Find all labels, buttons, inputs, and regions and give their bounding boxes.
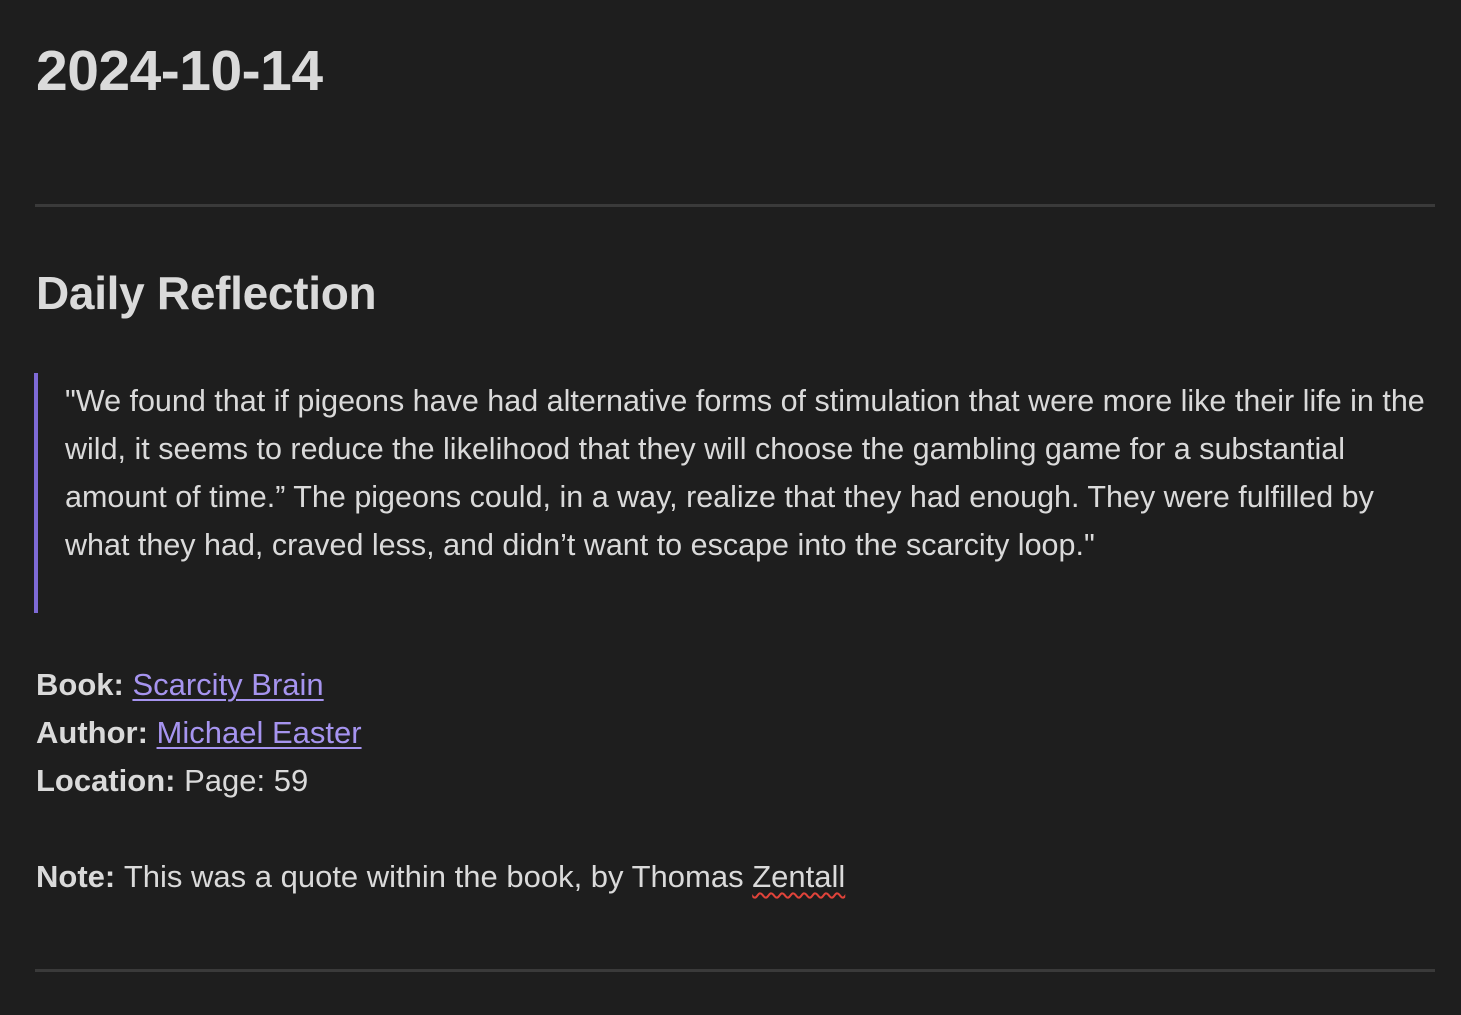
- page-title: 2024-10-14: [36, 39, 323, 103]
- author-label: Author:: [36, 715, 157, 750]
- book-metadata: Book: Scarcity Brain Author: Michael Eas…: [36, 661, 362, 805]
- author-link[interactable]: Michael Easter: [157, 715, 362, 750]
- quote-text: "We found that if pigeons have had alter…: [65, 384, 1425, 562]
- horizontal-rule: [35, 204, 1435, 207]
- blockquote: "We found that if pigeons have had alter…: [34, 373, 1429, 613]
- book-row: Book: Scarcity Brain: [36, 661, 362, 709]
- note-row: Note: This was a quote within the book, …: [36, 853, 845, 901]
- note-label: Note:: [36, 859, 124, 894]
- spellcheck-flagged-word[interactable]: Zentall: [752, 859, 845, 894]
- location-label: Location:: [36, 763, 185, 798]
- horizontal-rule: [35, 969, 1435, 972]
- book-label: Book:: [36, 667, 133, 702]
- location-value: Page: 59: [184, 763, 309, 798]
- section-heading: Daily Reflection: [36, 267, 377, 319]
- book-link[interactable]: Scarcity Brain: [132, 667, 323, 702]
- note-text: This was a quote within the book, by Tho…: [123, 859, 753, 894]
- location-row: Location: Page: 59: [36, 757, 362, 805]
- author-row: Author: Michael Easter: [36, 709, 362, 757]
